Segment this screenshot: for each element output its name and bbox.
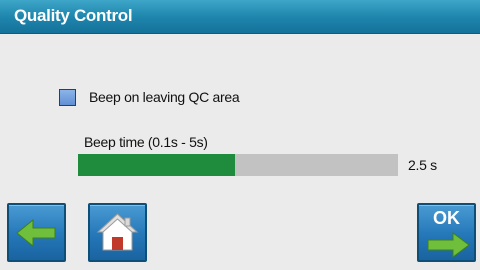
- home-button[interactable]: [88, 203, 147, 262]
- quality-control-screen: Quality Control Beep on leaving QC area …: [0, 0, 480, 270]
- beep-time-slider[interactable]: [78, 154, 398, 176]
- page-title: Quality Control: [14, 6, 133, 25]
- arrow-left-icon: [16, 218, 56, 248]
- beep-option-row: Beep on leaving QC area: [59, 86, 240, 108]
- title-bar: Quality Control: [0, 0, 480, 34]
- arrow-right-icon: [427, 232, 470, 258]
- beep-time-slider-fill: [78, 154, 235, 176]
- ok-button[interactable]: OK: [417, 203, 476, 262]
- beep-time-value: 2.5 s: [408, 157, 437, 173]
- beep-on-leaving-label: Beep on leaving QC area: [89, 89, 240, 105]
- beep-time-label: Beep time (0.1s - 5s): [84, 134, 208, 150]
- beep-on-leaving-checkbox[interactable]: [59, 88, 76, 106]
- home-icon: [96, 213, 139, 251]
- content-area: Beep on leaving QC area Beep time (0.1s …: [0, 34, 480, 270]
- back-button[interactable]: [7, 203, 66, 262]
